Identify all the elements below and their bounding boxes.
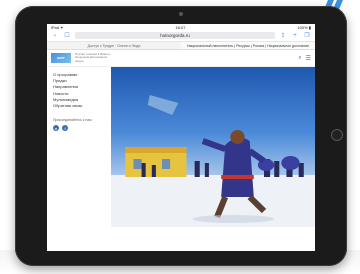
search-icon[interactable]: ⌕ xyxy=(298,55,301,62)
menu-item-feedback[interactable]: Обратная связь xyxy=(53,103,111,109)
status-right: 100% ▮ xyxy=(297,24,311,30)
url-field[interactable]: hotnorgorda.ru xyxy=(75,32,275,39)
social-links: в f xyxy=(53,125,111,132)
menu-icon[interactable]: ☰ xyxy=(306,55,311,62)
browser-address-bar: ‹ ☐ hotnorgorda.ru ⇪ + ❐ xyxy=(47,30,315,42)
hero-photo xyxy=(111,67,315,227)
front-camera xyxy=(179,12,183,16)
site-header: НОРГ Портал о жизни в Ямало-Ненецком авт… xyxy=(47,50,315,67)
back-icon[interactable]: ‹ xyxy=(51,33,59,39)
bookmarks-icon[interactable]: ☐ xyxy=(63,32,71,39)
status-time: 16:07 xyxy=(175,24,186,30)
new-tab-icon[interactable]: + xyxy=(291,33,299,39)
vk-icon[interactable]: в xyxy=(53,125,59,132)
browser-tab-active[interactable]: Национальный наполнитель | Ресурсы | Рос… xyxy=(181,42,315,49)
share-icon[interactable]: ⇪ xyxy=(279,32,287,39)
status-left: iPad ✦ xyxy=(51,24,64,30)
ipad-screen: iPad ✦ 16:07 100% ▮ ‹ ☐ hotnorgorda.ru ⇪… xyxy=(47,24,315,251)
page-content: О программе Предки Направления Новости М… xyxy=(47,67,315,227)
tabs-icon[interactable]: ❐ xyxy=(303,32,311,39)
social-caption: Присоединяйтесь к нам xyxy=(53,118,92,123)
site-logo[interactable]: НОРГ xyxy=(51,53,71,63)
facebook-icon[interactable]: f xyxy=(62,125,68,132)
browser-tabs: Доступ к Тундре · Олени и Люди Националь… xyxy=(47,42,315,50)
browser-tab[interactable]: Доступ к Тундре · Олени и Люди xyxy=(47,42,181,49)
ipad-device: iPad ✦ 16:07 100% ▮ ‹ ☐ hotnorgorda.ru ⇪… xyxy=(15,6,347,266)
home-button[interactable] xyxy=(331,129,343,141)
site-tagline: Портал о жизни в Ямало-Ненецком автономн… xyxy=(75,51,111,63)
sidebar-nav: О программе Предки Направления Новости М… xyxy=(47,67,111,227)
url-text: hotnorgorda.ru xyxy=(160,33,190,38)
